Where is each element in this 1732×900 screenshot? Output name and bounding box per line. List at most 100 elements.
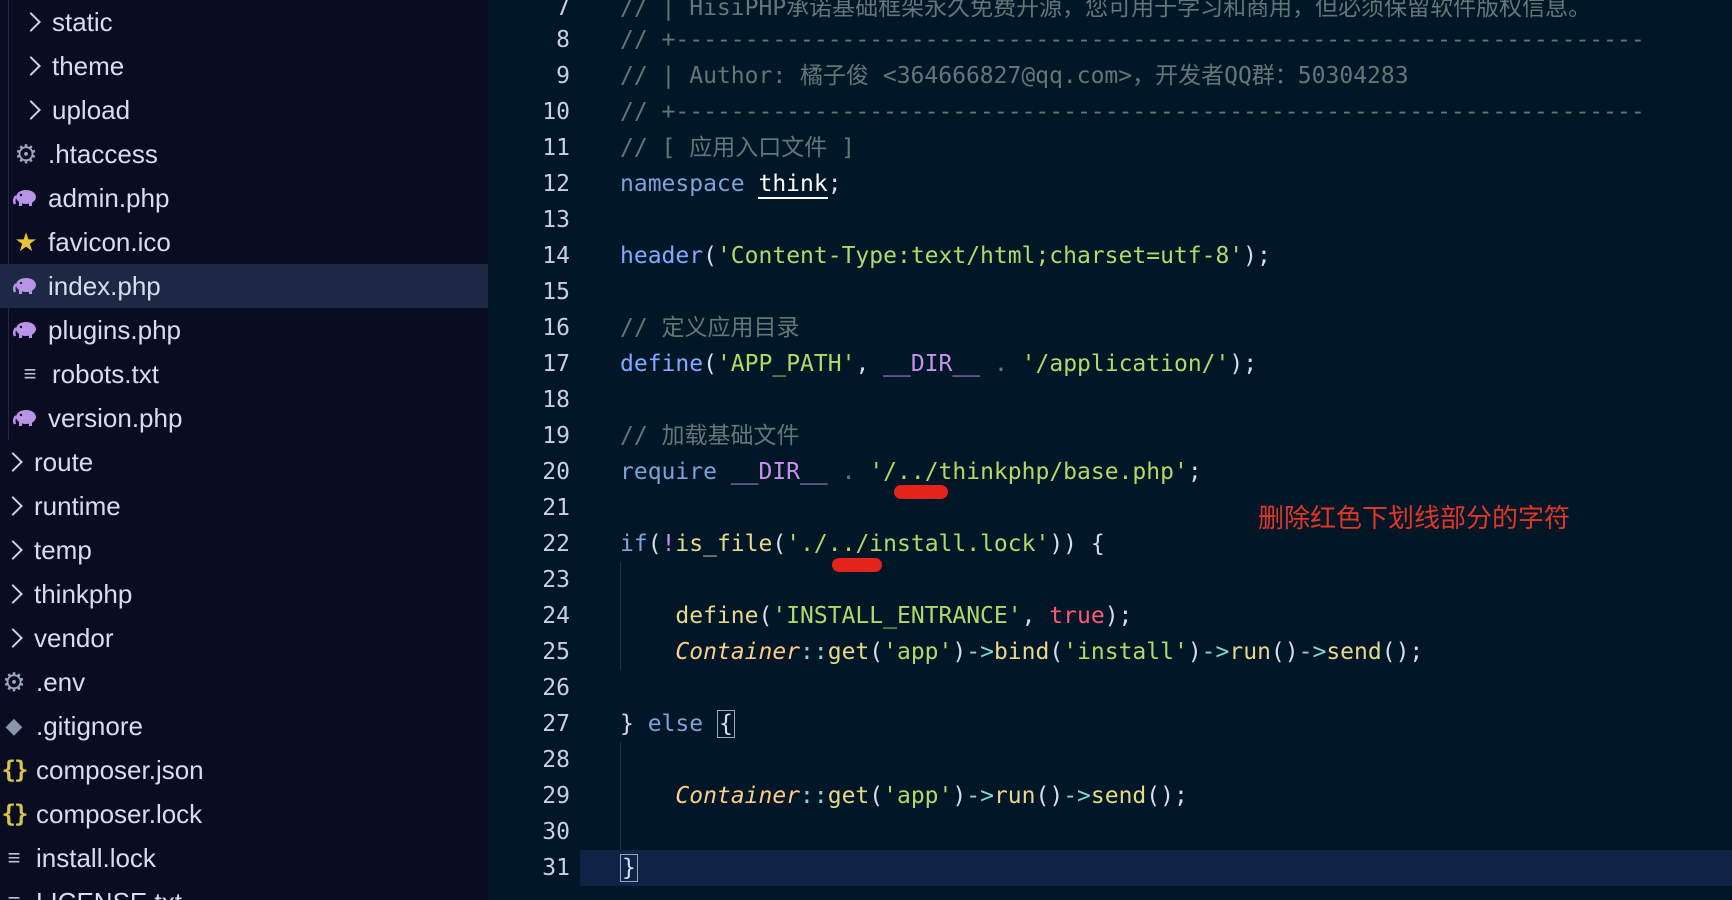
line-number: 9: [556, 63, 570, 89]
chevron-right-icon: [3, 452, 23, 472]
tree-item-label: .gitignore: [36, 710, 143, 741]
line-number: 31: [542, 855, 570, 881]
tree-item-gitignore[interactable]: ◆ .gitignore: [0, 704, 488, 748]
tree-item-label: admin.php: [48, 182, 170, 213]
chevron-right-icon: [3, 628, 23, 648]
line-number: 13: [542, 207, 570, 233]
tree-item-static[interactable]: static: [0, 0, 488, 44]
tree-item-version-php[interactable]: version.php: [0, 396, 488, 440]
tree-item-htaccess[interactable]: ⚙ .htaccess: [0, 132, 488, 176]
comment: // +------------------------------------…: [620, 27, 1645, 53]
function-name: define: [675, 603, 759, 629]
tree-item-composer-lock[interactable]: {} composer.lock: [0, 792, 488, 836]
code-line-16: // 定义应用目录: [620, 310, 800, 346]
tree-item-route[interactable]: route: [0, 440, 488, 484]
tree-item-vendor[interactable]: vendor: [0, 616, 488, 660]
gear-icon: ⚙: [14, 138, 38, 169]
keyword: namespace: [620, 171, 745, 197]
line-number: 26: [542, 675, 570, 701]
string-literal: 'APP_PATH': [716, 351, 856, 377]
string-literal: 'install': [1063, 639, 1188, 665]
line-number: 21: [542, 495, 570, 521]
boolean-literal: true: [1049, 603, 1105, 629]
line-number: 20: [542, 459, 570, 485]
tree-item-label: index.php: [48, 270, 161, 301]
line-number: 14: [542, 243, 570, 269]
tree-item-temp[interactable]: temp: [0, 528, 488, 572]
git-icon: ◆: [5, 713, 23, 738]
php-elephant-icon: [12, 316, 40, 344]
tree-item-plugins-php[interactable]: plugins.php: [0, 308, 488, 352]
tree-item-label: temp: [34, 534, 92, 565]
braces-icon: {}: [1, 756, 29, 784]
string-literal: 'app': [883, 639, 953, 665]
file-explorer: static theme upload ⚙ .htaccess admin.ph…: [0, 0, 489, 900]
line-number: 25: [542, 639, 570, 665]
tree-item-license-txt[interactable]: ≡ LICENSE.txt: [0, 880, 488, 900]
tree-item-label: static: [52, 6, 113, 37]
tree-item-env[interactable]: ⚙ .env: [0, 660, 488, 704]
code-line-22: if(!is_file('./../install.lock')) {: [620, 531, 1105, 557]
code-line-24: define('INSTALL_ENTRANCE', true);: [675, 603, 1133, 629]
chevron-right-icon: [3, 584, 23, 604]
string-literal: './../install.lock': [786, 531, 1050, 557]
function-name: define: [620, 351, 704, 377]
tree-item-label: composer.lock: [36, 798, 203, 829]
tree-item-label: .env: [36, 666, 86, 697]
chevron-right-icon: [21, 56, 41, 76]
tree-item-theme[interactable]: theme: [0, 44, 488, 88]
method-name: run: [1229, 639, 1271, 665]
line-number: 12: [542, 171, 570, 197]
function-name: is_file: [675, 531, 773, 557]
line-number: 30: [542, 819, 570, 845]
star-icon: ★: [14, 226, 38, 257]
function-name: header: [620, 243, 704, 269]
matched-bracket: }: [620, 854, 638, 882]
comment: // +------------------------------------…: [620, 99, 1645, 125]
line-number: 10: [542, 99, 570, 125]
php-elephant-icon: [12, 272, 40, 300]
red-underline-mark: [894, 485, 948, 499]
tree-item-favicon[interactable]: ★ favicon.ico: [0, 220, 488, 264]
method-name: get: [827, 639, 870, 665]
tree-item-robots-txt[interactable]: ≡ robots.txt: [0, 352, 488, 396]
tree-item-thinkphp[interactable]: thinkphp: [0, 572, 488, 616]
string-literal: 'app': [883, 783, 953, 809]
line-number: 22: [542, 531, 570, 557]
tree-item-upload[interactable]: upload: [0, 88, 488, 132]
tree-item-index-php[interactable]: index.php: [0, 264, 488, 308]
tree-item-label: thinkphp: [34, 578, 133, 609]
code-line-19: // 加载基础文件: [620, 418, 800, 454]
tree-item-install-lock[interactable]: ≡ install.lock: [0, 836, 488, 880]
method-name: send: [1326, 639, 1382, 665]
class-name: Container: [675, 783, 801, 809]
tree-item-label: route: [34, 446, 94, 477]
tree-item-label: upload: [52, 94, 131, 125]
text-lines-icon: ≡: [23, 361, 37, 386]
braces-icon: {}: [1, 800, 29, 828]
line-number: 24: [542, 603, 570, 629]
code-line-8: // +------------------------------------…: [620, 22, 1645, 58]
tree-item-admin-php[interactable]: admin.php: [0, 176, 488, 220]
string-literal: 'Content-Type:text/html;charset=utf-8': [716, 243, 1244, 269]
tree-item-label: runtime: [34, 490, 121, 521]
string-literal: '/../thinkphp/base.php': [869, 459, 1188, 485]
line-number: 17: [542, 351, 570, 377]
tree-item-label: composer.json: [36, 754, 204, 785]
tree-item-composer-json[interactable]: {} composer.json: [0, 748, 488, 792]
code-line-25: Container::get('app')->bind('install')->…: [675, 639, 1424, 665]
tree-item-runtime[interactable]: runtime: [0, 484, 488, 528]
matched-bracket: {: [716, 710, 735, 738]
code-line-31-current: }: [580, 850, 1732, 886]
php-elephant-icon: [12, 404, 40, 432]
tree-item-label: robots.txt: [52, 358, 159, 389]
tree-item-label: LICENSE.txt: [36, 887, 182, 900]
tree-item-label: version.php: [48, 402, 183, 433]
keyword: require: [620, 459, 717, 485]
code-line-17: define('APP_PATH', __DIR__ . '/applicati…: [620, 351, 1258, 377]
code-line-10: // +------------------------------------…: [620, 94, 1645, 130]
method-name: get: [827, 783, 870, 809]
code-line-9: // | Author: 橘子俊 <364666827@qq.com>，开发者Q…: [620, 58, 1409, 94]
code-editor[interactable]: 7 8 9 10 11 12 13 14 15 16 17 18 19 20 2…: [490, 0, 1732, 900]
keyword: if: [620, 531, 648, 557]
